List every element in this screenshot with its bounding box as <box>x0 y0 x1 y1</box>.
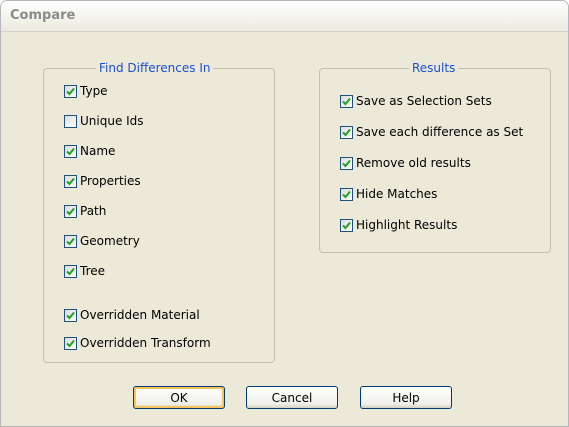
checkbox-icon[interactable] <box>340 94 353 108</box>
check-mark-icon <box>342 159 351 167</box>
title-bar[interactable]: Compare <box>1 1 568 32</box>
checkbox-icon[interactable] <box>64 204 77 218</box>
checkbox-icon[interactable] <box>340 125 353 139</box>
compare-dialog: Compare Find Differences In Type Unique … <box>0 0 569 427</box>
checkbox-icon[interactable] <box>340 187 353 201</box>
checkbox-label: Hide Matches <box>356 187 438 201</box>
checkbox-label: Unique Ids <box>80 114 144 128</box>
checkbox-label: Geometry <box>80 234 140 248</box>
checkbox-save-selection-sets[interactable]: Save as Selection Sets <box>340 93 492 109</box>
results-group: Results Save as Selection Sets Save each… <box>319 61 551 253</box>
help-button[interactable]: Help <box>360 386 452 409</box>
find-differences-group: Find Differences In Type Unique Ids Name… <box>43 61 275 363</box>
checkbox-tree[interactable]: Tree <box>64 263 105 279</box>
checkbox-label: Name <box>80 144 116 158</box>
checkbox-label: Overridden Transform <box>80 336 211 350</box>
checkbox-name[interactable]: Name <box>64 143 115 159</box>
checkbox-label: Properties <box>80 174 141 188</box>
checkbox-geometry[interactable]: Geometry <box>64 233 140 249</box>
checkbox-icon[interactable] <box>64 144 77 158</box>
checkbox-label: Tree <box>80 264 106 278</box>
results-legend: Results <box>409 61 459 75</box>
checkbox-type[interactable]: Type <box>64 83 108 99</box>
checkbox-label: Remove old results <box>356 156 471 170</box>
checkbox-icon[interactable] <box>64 264 77 278</box>
checkbox-remove-old-results[interactable]: Remove old results <box>340 155 471 171</box>
checkbox-unique-ids[interactable]: Unique Ids <box>64 113 144 129</box>
check-mark-icon <box>342 190 351 198</box>
checkbox-icon[interactable] <box>64 84 77 98</box>
checkbox-overridden-transform[interactable]: Overridden Transform <box>64 335 211 351</box>
checkbox-icon[interactable] <box>340 156 353 170</box>
check-mark-icon <box>66 147 75 155</box>
check-mark-icon <box>66 267 75 275</box>
checkbox-label: Overridden Material <box>80 308 200 322</box>
checkbox-icon[interactable] <box>64 336 77 350</box>
checkbox-label: Type <box>80 84 108 98</box>
find-differences-legend: Find Differences In <box>96 61 214 75</box>
checkbox-label: Save each difference as Set <box>356 125 524 139</box>
checkbox-highlight-results[interactable]: Highlight Results <box>340 217 457 233</box>
checkbox-icon[interactable] <box>64 174 77 188</box>
check-mark-icon <box>66 237 75 245</box>
checkbox-icon[interactable] <box>64 234 77 248</box>
check-mark-icon <box>66 87 75 95</box>
check-mark-icon <box>66 207 75 215</box>
check-mark-icon <box>342 221 351 229</box>
cancel-button[interactable]: Cancel <box>246 386 338 409</box>
checkbox-properties[interactable]: Properties <box>64 173 141 189</box>
dialog-title: Compare <box>10 8 76 23</box>
check-mark-icon <box>66 339 75 347</box>
checkbox-save-each-difference[interactable]: Save each difference as Set <box>340 124 523 140</box>
checkbox-icon[interactable] <box>64 114 77 128</box>
check-mark-icon <box>342 128 351 136</box>
ok-button[interactable]: OK <box>133 386 225 409</box>
check-mark-icon <box>66 311 75 319</box>
checkbox-path[interactable]: Path <box>64 203 106 219</box>
checkbox-hide-matches[interactable]: Hide Matches <box>340 186 437 202</box>
checkbox-overridden-material[interactable]: Overridden Material <box>64 307 200 323</box>
checkbox-icon[interactable] <box>340 218 353 232</box>
checkbox-label: Highlight Results <box>356 218 458 232</box>
checkbox-label: Save as Selection Sets <box>356 94 492 108</box>
check-mark-icon <box>66 177 75 185</box>
checkbox-icon[interactable] <box>64 308 77 322</box>
check-mark-icon <box>342 97 351 105</box>
checkbox-label: Path <box>80 204 107 218</box>
